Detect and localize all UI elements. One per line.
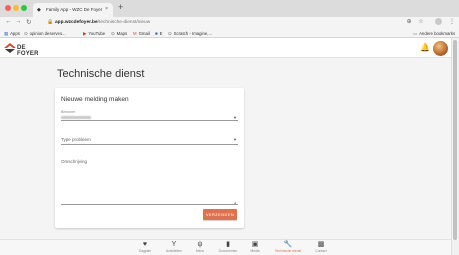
- apps-grid-icon: ▦: [4, 31, 9, 36]
- bookmark-icon: ■: [155, 31, 158, 36]
- youtube-icon: ▶: [83, 31, 87, 36]
- new-report-card: Nieuwe melding maken Bewoner ▼ Type prob…: [55, 88, 244, 228]
- page-title: Technische dienst: [57, 68, 145, 80]
- problem-type-select[interactable]: Type probleem: [61, 137, 91, 142]
- contact-icon: ▩: [317, 241, 325, 248]
- close-window-button[interactable]: [5, 5, 11, 11]
- bookmark-opinion[interactable]: ⊙ opinion deserves...: [24, 31, 66, 37]
- user-avatar[interactable]: [433, 41, 448, 56]
- heart-icon: ♥: [142, 241, 148, 248]
- de-foyer-logo[interactable]: DE FOYER: [4, 43, 49, 57]
- scrollbar-thumb[interactable]: [453, 40, 457, 240]
- bookmark-scratch[interactable]: ⊙ Scratch - Imagine,...: [168, 31, 212, 37]
- other-bookmarks[interactable]: ▭ Andere bookmarks: [413, 31, 455, 37]
- folder-icon: ▭: [413, 31, 418, 36]
- logo-house-icon: [4, 43, 16, 53]
- browser-window: ◆ Family App - WZC De Foyer × + ← → ↻ 🔒 …: [0, 0, 459, 255]
- logo-text: DE FOYER: [17, 45, 39, 57]
- maximize-window-button[interactable]: [21, 5, 27, 11]
- problem-type-dropdown-icon[interactable]: ▼: [233, 137, 237, 142]
- nav-item-menu[interactable]: ψ Menu: [185, 241, 215, 254]
- forward-icon[interactable]: →: [15, 18, 22, 25]
- gmail-icon: M: [133, 31, 137, 36]
- url-host: app.wzcdefoyer.be: [55, 20, 98, 25]
- zoom-icon[interactable]: ⊕: [407, 19, 412, 25]
- tab-bar: ◆ Family App - WZC De Foyer × +: [0, 0, 459, 17]
- browser-tab[interactable]: ◆ Family App - WZC De Foyer ×: [33, 3, 113, 17]
- star-icon[interactable]: ☆: [418, 19, 423, 25]
- media-icon: ▣: [251, 241, 259, 248]
- back-icon[interactable]: ←: [5, 18, 12, 25]
- bottom-nav: ♥ Dagplan Y Activiteiten ψ Menu ▮ Docume…: [0, 239, 451, 255]
- address-row: ← → ↻ 🔒 app.wzcdefoyer.be/technische-die…: [0, 17, 459, 29]
- maps-icon: ⊙: [111, 31, 115, 36]
- notification-bell-icon[interactable]: 🔔: [420, 43, 430, 52]
- wrench-icon: 🔧: [283, 241, 293, 248]
- url-bar[interactable]: app.wzcdefoyer.be/technische-dienst/nieu…: [55, 20, 150, 25]
- bookmark-youtube[interactable]: ▶ YouTube: [83, 31, 105, 37]
- nav-item-documenten[interactable]: ▮ Documenten: [213, 241, 243, 254]
- menu-dots-icon[interactable]: ⋮: [449, 19, 455, 25]
- bookmarks-bar: ▦ Apps ⊙ opinion deserves... ▶ YouTube ⊙ Map…: [0, 29, 459, 38]
- submit-button[interactable]: VERZENDEN: [203, 209, 237, 220]
- scratch-icon: ⊙: [168, 31, 172, 36]
- bookmark-gmail[interactable]: M Gmail: [133, 31, 150, 36]
- bookmark-apps[interactable]: ▦ Apps: [4, 31, 20, 37]
- url-path: /technische-dienst/nieuw: [97, 20, 151, 25]
- bookmark-maps[interactable]: ⊙ Maps: [111, 31, 127, 37]
- bookmark-icon: ⊙: [24, 31, 28, 36]
- profile-icon[interactable]: [430, 18, 443, 25]
- description-underline: [61, 204, 238, 205]
- nav-item-technische-dienst[interactable]: 🔧 Technische dienst: [270, 241, 306, 254]
- app-header: DE FOYER 🔔: [0, 38, 451, 58]
- nav-item-media[interactable]: ▣ Media: [240, 241, 270, 254]
- close-tab-icon[interactable]: ×: [105, 6, 108, 12]
- nav-item-contact[interactable]: ▩ Contact: [306, 241, 336, 254]
- problem-type-underline: [61, 144, 238, 145]
- lock-icon: 🔒: [47, 19, 54, 25]
- document-icon: ▮: [226, 241, 230, 248]
- description-textarea[interactable]: Omschrijving: [61, 159, 87, 164]
- bookmark-e[interactable]: ■ E: [155, 31, 162, 36]
- resident-label: Bewoner: [61, 110, 76, 114]
- minimize-window-button[interactable]: [13, 5, 19, 11]
- browser-actions: ⊕ ☆ ⋮: [402, 18, 455, 25]
- tab-title: Family App - WZC De Foyer: [46, 7, 103, 12]
- cutlery-icon: ψ: [197, 241, 203, 248]
- resident-select[interactable]: [61, 120, 238, 121]
- form-title: Nieuwe melding maken: [61, 96, 129, 103]
- nav-item-dagplan[interactable]: ♥ Dagplan: [130, 241, 160, 254]
- new-tab-button[interactable]: +: [118, 2, 123, 12]
- favicon-icon: ◆: [37, 7, 41, 13]
- reload-icon[interactable]: ↻: [26, 18, 31, 26]
